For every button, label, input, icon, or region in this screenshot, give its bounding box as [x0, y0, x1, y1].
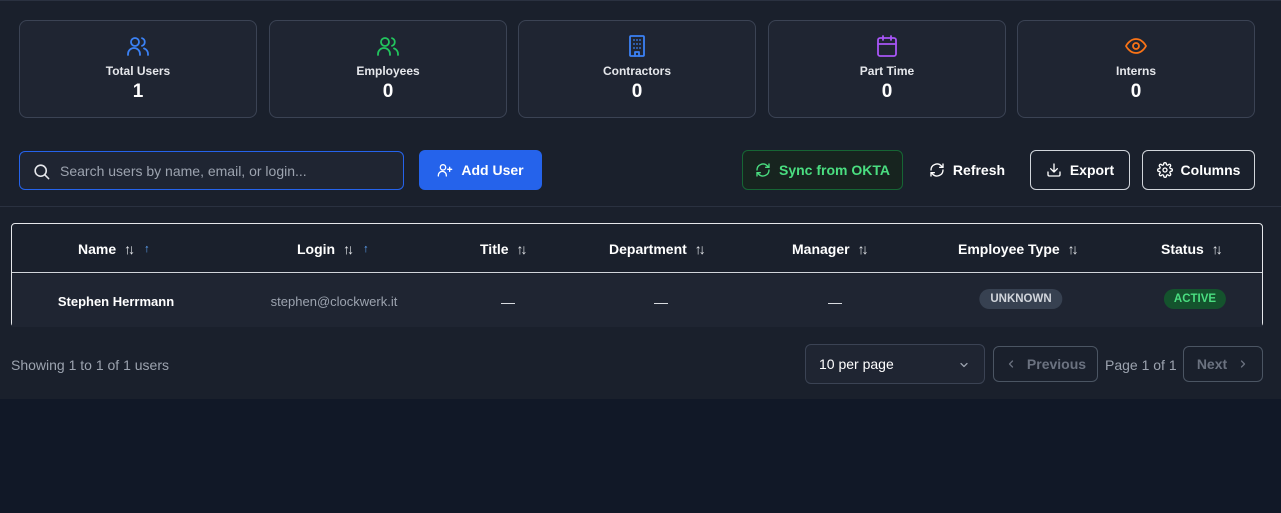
sort-ascending-icon: ↑: [144, 243, 150, 255]
building-icon: [629, 35, 645, 57]
stat-label: Employees: [356, 64, 420, 78]
column-header-label: Manager: [792, 241, 850, 257]
table-row[interactable]: Stephen Herrmann stephen@clockwerk.it — …: [12, 274, 1262, 327]
divider: [0, 206, 1281, 207]
column-header-employee-type[interactable]: Employee Type ↑↓: [958, 241, 1079, 257]
next-label: Next: [1196, 356, 1228, 372]
sort-icon: ↑↓: [124, 241, 135, 257]
stat-card-total-users: Total Users 1: [19, 20, 257, 118]
search-icon: [34, 164, 50, 180]
users-icon: [377, 37, 399, 56]
sort-icon: ↑↓: [1211, 241, 1223, 257]
cell-name: Stephen Herrmann: [57, 294, 175, 309]
refresh-button[interactable]: Refresh: [922, 150, 1012, 190]
column-header-label: Department: [609, 241, 687, 257]
next-page-button[interactable]: Next: [1183, 346, 1263, 382]
page-info: Page 1 of 1: [1105, 357, 1177, 373]
export-label: Export: [1069, 162, 1115, 178]
column-header-label: Status: [1161, 241, 1204, 257]
refresh-label: Refresh: [952, 162, 1006, 178]
user-plus-icon: [438, 164, 453, 177]
add-user-button[interactable]: Add User: [419, 150, 542, 190]
stat-value: 0: [1130, 81, 1142, 102]
stat-value: 1: [132, 81, 144, 102]
download-icon: [1047, 163, 1061, 177]
column-header-login[interactable]: Login ↑↓ ↑: [297, 241, 369, 257]
previous-page-button[interactable]: Previous: [993, 346, 1098, 382]
eye-icon: [1125, 38, 1147, 54]
column-header-name[interactable]: Name ↑↓ ↑: [78, 241, 150, 257]
stat-label: Interns: [1115, 64, 1156, 78]
stat-value: 0: [382, 81, 394, 102]
sync-icon: [756, 163, 770, 177]
columns-button[interactable]: Columns: [1142, 150, 1255, 190]
users-table: Name ↑↓ ↑ Login ↑↓ ↑ Title ↑↓ Department…: [11, 223, 1263, 327]
chevron-down-icon: [960, 362, 968, 368]
refresh-icon: [930, 163, 944, 177]
stat-card-employees: Employees 0: [269, 20, 507, 118]
add-user-label: Add User: [461, 162, 524, 178]
cell-manager: —: [828, 294, 842, 310]
user-management-panel: Total Users 1 Employees 0 Contractors 0 …: [0, 0, 1281, 399]
column-header-label: Employee Type: [958, 241, 1060, 257]
calendar-icon: [877, 35, 897, 57]
previous-label: Previous: [1026, 356, 1087, 372]
stat-value: 0: [631, 81, 643, 102]
stat-label: Contractors: [602, 64, 671, 78]
gear-icon: [1156, 162, 1173, 178]
employee-type-badge: UNKNOWN: [979, 289, 1063, 309]
per-page-select[interactable]: 10 per page: [805, 344, 985, 384]
sort-icon: ↑↓: [1067, 241, 1079, 257]
column-header-status[interactable]: Status ↑↓: [1161, 241, 1223, 257]
cell-login: stephen@clockwerk.it: [270, 294, 398, 309]
stat-card-part-time: Part Time 0: [768, 20, 1006, 118]
search-box[interactable]: [19, 151, 404, 190]
stat-card-contractors: Contractors 0: [518, 20, 756, 118]
cell-title: —: [501, 294, 515, 310]
sort-ascending-icon: ↑: [363, 243, 369, 255]
sort-icon: ↑↓: [857, 241, 869, 257]
stat-label: Total Users: [105, 64, 171, 78]
column-header-manager[interactable]: Manager ↑↓: [792, 241, 869, 257]
stat-label: Part Time: [859, 64, 915, 78]
column-header-label: Login: [297, 241, 336, 257]
chevron-right-icon: [1241, 360, 1246, 368]
table-header: Name ↑↓ ↑ Login ↑↓ ↑ Title ↑↓ Department…: [12, 224, 1262, 273]
column-header-department[interactable]: Department ↑↓: [609, 241, 706, 257]
stat-card-interns: Interns 0: [1017, 20, 1255, 118]
chevron-left-icon: [1008, 360, 1014, 368]
column-header-title[interactable]: Title ↑↓: [480, 241, 528, 257]
sync-label: Sync from OKTA: [779, 162, 890, 178]
sort-icon: ↑↓: [343, 241, 354, 257]
column-header-label: Title: [480, 241, 509, 257]
sort-icon: ↑↓: [694, 241, 706, 257]
sort-icon: ↑↓: [516, 241, 528, 257]
export-button[interactable]: Export: [1030, 150, 1130, 190]
sync-okta-button[interactable]: Sync from OKTA: [742, 150, 903, 190]
results-summary: Showing 1 to 1 of 1 users: [11, 357, 169, 373]
stat-value: 0: [881, 81, 893, 102]
users-icon: [127, 37, 149, 56]
cell-department: —: [654, 294, 668, 310]
column-header-label: Name: [78, 241, 117, 257]
per-page-value: 10 per page: [819, 356, 894, 372]
columns-label: Columns: [1180, 162, 1241, 178]
status-badge: ACTIVE: [1163, 289, 1227, 309]
search-input[interactable]: [60, 152, 400, 189]
